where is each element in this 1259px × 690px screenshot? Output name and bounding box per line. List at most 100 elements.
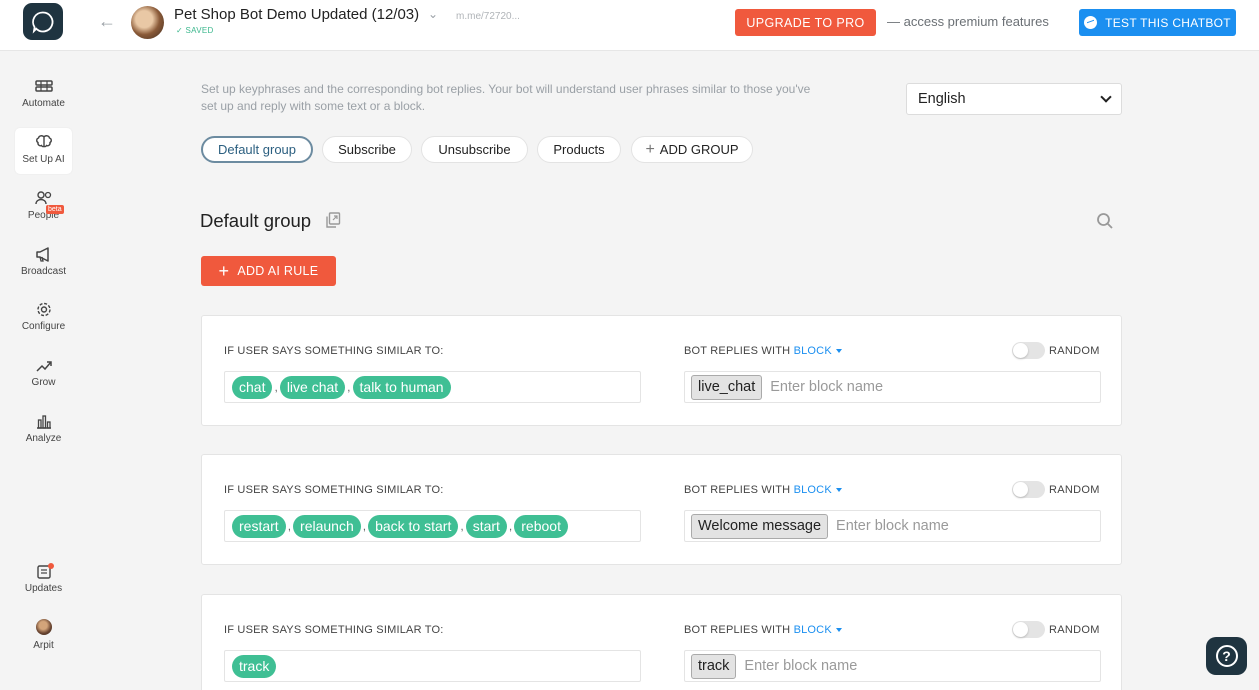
test-chatbot-button[interactable]: TEST THIS CHATBOT (1079, 9, 1236, 36)
phrase-chip[interactable]: track (232, 654, 277, 678)
user-says-label: IF USER SAYS SOMETHING SIMILAR TO: (224, 345, 444, 357)
phrase-chip[interactable]: reboot (514, 514, 568, 538)
copy-icon[interactable] (325, 212, 341, 229)
chevron-down-icon[interactable]: ⌄ (428, 7, 438, 21)
caret-down-icon (835, 488, 842, 493)
sidebar-item-people[interactable]: beta People (15, 184, 72, 230)
sidebar-item-label: Analyze (25, 433, 62, 444)
block-input-field[interactable]: live_chat (684, 371, 1101, 403)
block-input-field[interactable]: track (684, 650, 1101, 682)
sidebar-item-label: Configure (21, 321, 66, 332)
tab-unsubscribe[interactable]: Unsubscribe (421, 136, 528, 163)
bot-url[interactable]: m.me/72720... (456, 11, 520, 22)
add-ai-rule-label: ADD AI RULE (237, 264, 319, 278)
block-chip[interactable]: live_chat (691, 374, 763, 400)
ai-brain-icon (35, 134, 53, 151)
add-group-button[interactable]: + ADD GROUP (631, 136, 753, 163)
block-name-input[interactable] (744, 658, 985, 674)
phrase-chip[interactable]: live chat (279, 375, 346, 399)
block-chip[interactable]: Welcome message (691, 513, 829, 539)
bot-replies-label: BOT REPLIES WITH BLOCK (684, 345, 842, 357)
chatfuel-logo-icon[interactable] (23, 3, 63, 40)
sidebar-item-label: Automate (22, 98, 65, 109)
grow-chart-icon (35, 357, 53, 374)
language-select[interactable]: English (906, 83, 1122, 115)
bot-replies-text: BOT REPLIES WITH (684, 484, 791, 496)
block-name-input[interactable] (770, 379, 1011, 395)
chevron-down-icon (1100, 91, 1112, 103)
bot-replies-text: BOT REPLIES WITH (684, 624, 791, 636)
sidebar-item-user[interactable]: Arpit (15, 613, 72, 659)
language-value: English (918, 91, 966, 107)
phrase-chip[interactable]: talk to human (352, 375, 451, 399)
top-bar: ← Pet Shop Bot Demo Updated (12/03) ⌄ ✓ … (0, 0, 1259, 51)
question-mark-icon: ? (1215, 645, 1238, 667)
beta-badge: beta (46, 205, 64, 214)
phrases-input[interactable]: chat, live chat, talk to human (224, 371, 641, 403)
phrase-chip[interactable]: back to start (368, 514, 459, 538)
reply-type-value: BLOCK (793, 345, 832, 357)
block-name-input[interactable] (836, 518, 1077, 534)
reply-type-value: BLOCK (793, 484, 832, 496)
sidebar-item-label: Arpit (33, 640, 54, 651)
sidebar-item-label: Broadcast (20, 266, 67, 277)
tab-products[interactable]: Products (537, 136, 621, 163)
bot-replies-label: BOT REPLIES WITH BLOCK (684, 624, 842, 636)
test-chatbot-label: TEST THIS CHATBOT (1105, 15, 1231, 30)
phrases-input[interactable]: track (224, 650, 641, 682)
automate-icon (34, 78, 53, 95)
saved-status: ✓ SAVED (176, 26, 214, 35)
reply-type-dropdown[interactable]: BLOCK (794, 624, 842, 636)
help-button[interactable]: ? (1206, 637, 1247, 675)
ai-rule-card: IF USER SAYS SOMETHING SIMILAR TO: BOT R… (201, 315, 1122, 426)
sidebar-item-analyze[interactable]: Analyze (15, 407, 72, 453)
search-icon[interactable] (1096, 212, 1114, 230)
bar-chart-icon (35, 413, 53, 430)
ai-rule-card: IF USER SAYS SOMETHING SIMILAR TO: BOT R… (201, 594, 1122, 690)
messenger-icon (1084, 16, 1098, 29)
phrase-chip[interactable]: restart (232, 514, 286, 538)
intro-text: Set up keyphrases and the corresponding … (201, 82, 811, 113)
premium-features-text: — access premium features (887, 14, 1049, 29)
sidebar-item-set-up-ai[interactable]: Set Up AI (15, 128, 72, 174)
random-toggle[interactable] (1012, 481, 1045, 498)
add-group-label: ADD GROUP (659, 142, 739, 157)
tab-default-group[interactable]: Default group (201, 136, 313, 163)
block-input-field[interactable]: Welcome message (684, 510, 1101, 542)
add-ai-rule-button[interactable]: + ADD AI RULE (201, 256, 336, 286)
notification-dot (48, 563, 54, 569)
sidebar-item-updates[interactable]: Updates (15, 557, 72, 603)
ai-rule-card: IF USER SAYS SOMETHING SIMILAR TO: BOT R… (201, 454, 1122, 565)
random-toggle[interactable] (1012, 621, 1045, 638)
sidebar-item-label: Updates (24, 583, 63, 594)
bot-title[interactable]: Pet Shop Bot Demo Updated (12/03) (174, 6, 419, 23)
block-chip[interactable]: track (691, 653, 737, 679)
bot-avatar[interactable] (131, 6, 164, 39)
sidebar-item-automate[interactable]: Automate (15, 72, 72, 118)
sidebar-item-broadcast[interactable]: Broadcast (15, 240, 72, 286)
sidebar-item-label: Set Up AI (22, 154, 65, 165)
random-toggle[interactable] (1012, 342, 1045, 359)
random-label: RANDOM (1049, 345, 1100, 357)
sidebar-item-grow[interactable]: Grow (15, 351, 72, 397)
random-label: RANDOM (1049, 484, 1100, 496)
gear-icon (35, 301, 53, 318)
user-says-label: IF USER SAYS SOMETHING SIMILAR TO: (224, 624, 444, 636)
upgrade-to-pro-button[interactable]: UPGRADE TO PRO (735, 9, 876, 36)
phrase-chip[interactable]: relaunch (293, 514, 361, 538)
plus-icon: + (218, 261, 230, 281)
caret-down-icon (835, 349, 842, 354)
tab-subscribe[interactable]: Subscribe (322, 136, 412, 163)
sidebar: Automate Set Up AI beta People Broadcast… (0, 52, 87, 690)
caret-down-icon (835, 628, 842, 633)
bot-replies-label: BOT REPLIES WITH BLOCK (684, 484, 842, 496)
phrase-chip[interactable]: start (465, 514, 507, 538)
reply-type-dropdown[interactable]: BLOCK (794, 484, 842, 496)
reply-type-dropdown[interactable]: BLOCK (794, 345, 842, 357)
group-title[interactable]: Default group (200, 210, 311, 232)
back-arrow-icon[interactable]: ← (98, 10, 116, 32)
phrase-chip[interactable]: chat (232, 375, 273, 399)
phrases-input[interactable]: restart, relaunch, back to start, start,… (224, 510, 641, 542)
sidebar-item-configure[interactable]: Configure (15, 295, 72, 341)
sidebar-item-label: Grow (31, 377, 56, 388)
